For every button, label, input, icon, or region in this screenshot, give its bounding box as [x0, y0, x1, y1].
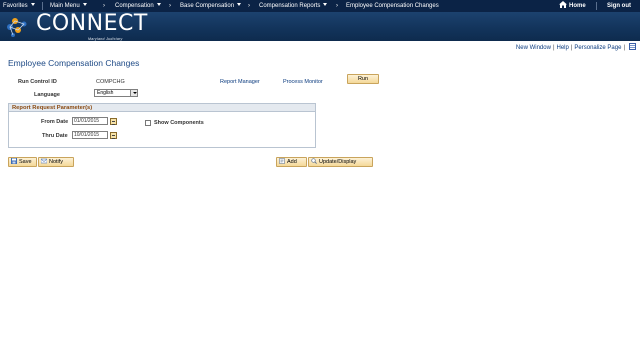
- run-control-id-label: Run Control ID: [18, 79, 57, 85]
- breadcrumb-current[interactable]: Employee Compensation Changes: [346, 0, 439, 12]
- sign-out-label: Sign out: [607, 3, 631, 9]
- thru-date-label: Thru Date: [42, 133, 68, 139]
- link-divider: |: [552, 45, 555, 51]
- breadcrumb-label: Employee Compensation Changes: [346, 3, 439, 9]
- favorites-menu[interactable]: Favorites: [3, 0, 35, 12]
- show-components-label: Show Components: [154, 120, 204, 126]
- help-link[interactable]: Help: [557, 45, 569, 51]
- calendar-icon[interactable]: [110, 132, 117, 139]
- personalize-page-link[interactable]: Personalize Page: [574, 45, 621, 51]
- grid-settings-icon[interactable]: [629, 43, 636, 50]
- thru-date-input[interactable]: 10/01/2015: [72, 131, 108, 139]
- add-button[interactable]: Add: [276, 157, 307, 167]
- chevron-down-icon: [156, 3, 161, 6]
- from-date-input[interactable]: 01/01/2015: [72, 117, 108, 125]
- add-label: Add: [287, 159, 297, 165]
- new-window-link[interactable]: New Window: [516, 45, 551, 51]
- home-icon: [559, 1, 567, 8]
- main-menu-label: Main Menu: [50, 3, 80, 9]
- language-selected-value: English: [97, 90, 114, 96]
- chevron-down-icon: [130, 90, 137, 96]
- link-divider: |: [570, 45, 573, 51]
- chevron-down-icon: [237, 3, 242, 6]
- notify-label: Notify: [49, 159, 64, 165]
- show-components-checkbox[interactable]: [145, 120, 151, 126]
- update-display-label: Update/Display: [319, 159, 357, 165]
- run-control-id-value: COMPCHG: [96, 79, 125, 85]
- language-label: Language: [34, 92, 60, 98]
- save-icon: [11, 158, 17, 164]
- from-date-label: From Date: [41, 119, 69, 125]
- notify-icon: [41, 158, 47, 164]
- report-parameters-header: Report Request Parameter(s): [9, 104, 315, 112]
- connect-logo-icon: [7, 18, 27, 37]
- breadcrumb-arrow-icon: ›: [336, 3, 338, 9]
- breadcrumb-label: Compensation Reports: [259, 3, 321, 9]
- favorites-label: Favorites: [3, 3, 28, 9]
- sign-out-link[interactable]: Sign out: [607, 0, 631, 12]
- app-logo-subtitle: Maryland Judiciary: [88, 37, 123, 41]
- breadcrumb-label: Compensation: [115, 3, 154, 9]
- save-label: Save: [19, 159, 32, 165]
- app-logo-text: CONNECT: [36, 11, 148, 36]
- report-manager-link[interactable]: Report Manager: [220, 79, 260, 85]
- run-button[interactable]: Run: [347, 74, 379, 84]
- utility-links: New Window | Help | Personalize Page |: [516, 43, 636, 51]
- nav-separator: [42, 2, 43, 10]
- nav-separator: [596, 2, 597, 10]
- breadcrumb-base-compensation[interactable]: Base Compensation: [180, 0, 242, 12]
- page-title: Employee Compensation Changes: [8, 58, 140, 68]
- process-monitor-link[interactable]: Process Monitor: [283, 79, 323, 85]
- chevron-down-icon: [323, 3, 328, 6]
- breadcrumb-compensation-reports[interactable]: Compensation Reports: [259, 0, 328, 12]
- link-divider: |: [623, 45, 625, 51]
- home-label: Home: [569, 3, 586, 9]
- save-button[interactable]: Save: [8, 157, 37, 167]
- chevron-down-icon: [82, 3, 87, 6]
- breadcrumb-arrow-icon: ›: [248, 3, 250, 9]
- language-select[interactable]: English: [94, 89, 138, 97]
- add-icon: [279, 158, 285, 164]
- notify-button[interactable]: Notify: [38, 157, 74, 167]
- breadcrumb-arrow-icon: ›: [169, 3, 171, 9]
- home-link[interactable]: Home: [559, 0, 586, 12]
- breadcrumb-label: Base Compensation: [180, 3, 235, 9]
- update-display-icon: [311, 158, 317, 164]
- chevron-down-icon: [30, 3, 35, 6]
- update-display-button[interactable]: Update/Display: [308, 157, 373, 167]
- calendar-icon[interactable]: [110, 118, 117, 125]
